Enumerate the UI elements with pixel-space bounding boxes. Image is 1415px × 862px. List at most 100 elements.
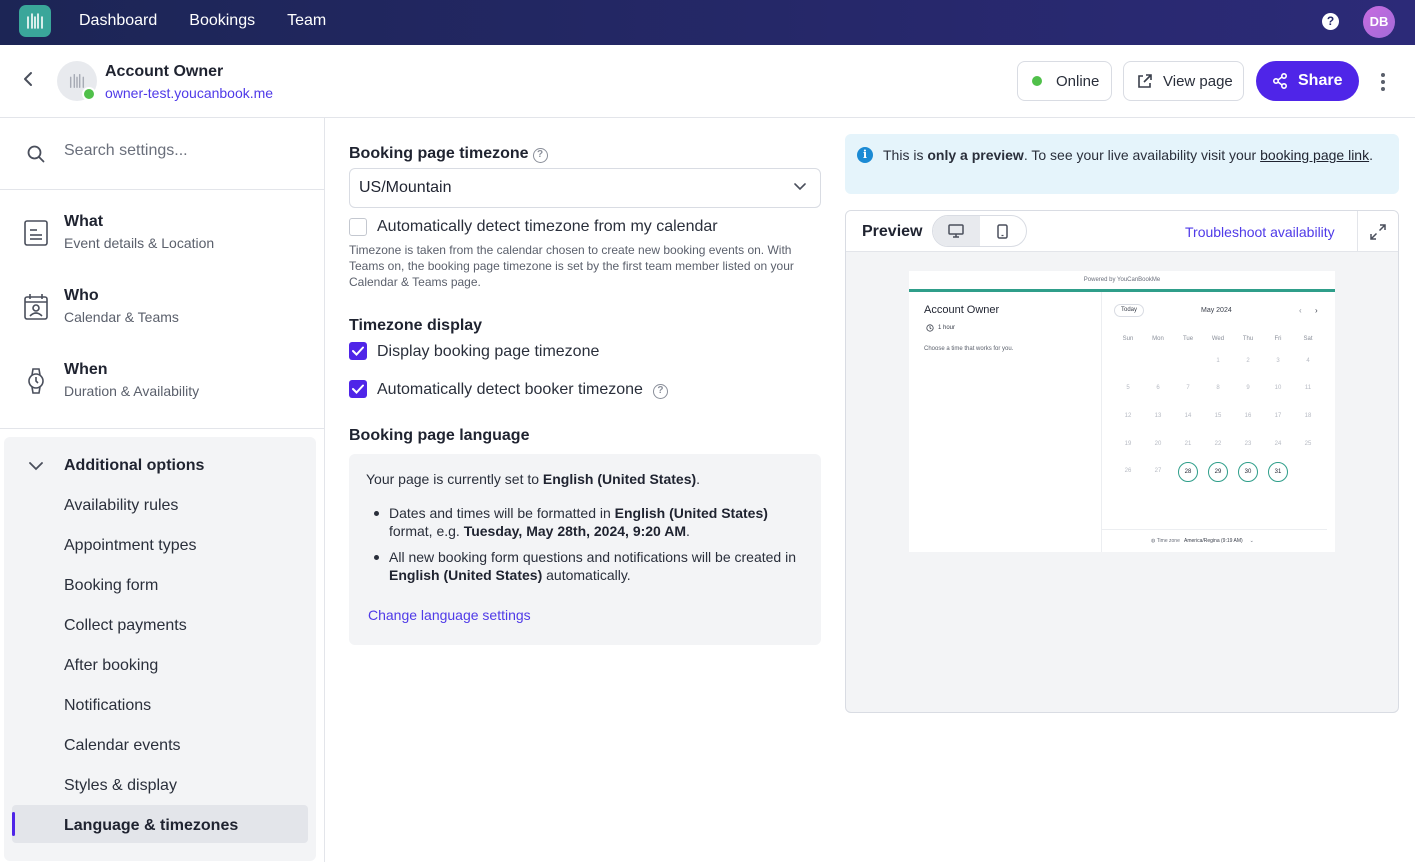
question-mark-icon[interactable]: ? bbox=[532, 148, 548, 163]
help-icon[interactable]: ? bbox=[1322, 13, 1339, 30]
language-intro: Your page is currently set to English (U… bbox=[366, 471, 701, 487]
share-button[interactable]: Share bbox=[1256, 61, 1359, 101]
timezone-select[interactable]: US/Mountain bbox=[349, 168, 821, 208]
sidebar-item-booking-form[interactable]: Booking form bbox=[64, 577, 158, 595]
online-status-button[interactable]: Online bbox=[1017, 61, 1112, 101]
external-link-icon bbox=[1138, 73, 1152, 88]
share-label: Share bbox=[1298, 72, 1343, 89]
prev-month-icon[interactable]: ‹ bbox=[1299, 306, 1302, 315]
sidebar-item-language-timezones[interactable]: Language & timezones bbox=[64, 817, 238, 835]
calendar-day: 27 bbox=[1154, 468, 1162, 474]
calendar-day: 5 bbox=[1126, 385, 1130, 391]
next-month-icon[interactable]: › bbox=[1315, 306, 1318, 315]
monitor-icon bbox=[948, 224, 964, 238]
sidebar-item-appointment-types[interactable]: Appointment types bbox=[64, 537, 197, 555]
calendar-day: 3 bbox=[1276, 358, 1280, 364]
available-day[interactable]: 29 bbox=[1208, 462, 1228, 482]
language-bullet-questions: All new booking form questions and notif… bbox=[374, 548, 799, 584]
top-navigation-bar: Dashboard Bookings Team ? DB bbox=[0, 0, 1415, 45]
preview-duration: 1 hour bbox=[938, 325, 956, 331]
preview-timezone-row[interactable]: ◍ Time zone America/Regina (9:19 AM) ⌄ bbox=[1151, 538, 1254, 544]
sidebar-item-styles-display[interactable]: Styles & display bbox=[64, 777, 177, 795]
section-subtitle-who: Calendar & Teams bbox=[64, 309, 179, 325]
clock-icon bbox=[926, 324, 934, 332]
sidebar-item-after-booking[interactable]: After booking bbox=[64, 657, 158, 675]
account-url-link[interactable]: owner-test.youcanbook.me bbox=[105, 85, 273, 101]
search-settings-input[interactable] bbox=[64, 142, 304, 160]
calendar-day: 20 bbox=[1154, 441, 1162, 447]
language-info-box: Your page is currently set to English (U… bbox=[349, 454, 821, 645]
document-icon bbox=[24, 220, 48, 246]
view-page-button[interactable]: View page bbox=[1123, 61, 1244, 101]
calendar-day: 4 bbox=[1306, 358, 1310, 364]
timezone-label-row: Booking page timezone? bbox=[349, 145, 548, 163]
available-day[interactable]: 30 bbox=[1238, 462, 1258, 482]
auto-detect-calendar-checkbox[interactable] bbox=[349, 218, 367, 236]
user-avatar[interactable]: DB bbox=[1363, 6, 1395, 38]
calendar-day: 25 bbox=[1304, 441, 1312, 447]
troubleshoot-availability-link[interactable]: Troubleshoot availability bbox=[1185, 224, 1335, 240]
online-status-label: Online bbox=[1056, 72, 1100, 90]
sidebar-section-when[interactable]: When Duration & Availability bbox=[0, 347, 325, 421]
account-name: Account Owner bbox=[105, 63, 224, 80]
calendar-day: 12 bbox=[1124, 413, 1132, 419]
preview-title: Preview bbox=[862, 223, 923, 240]
top-nav-links: Dashboard Bookings Team bbox=[79, 12, 326, 30]
today-button[interactable]: Today bbox=[1114, 304, 1144, 317]
sidebar-item-availability-rules[interactable]: Availability rules bbox=[64, 497, 178, 515]
sidebar-item-collect-payments[interactable]: Collect payments bbox=[64, 617, 187, 635]
booking-page-link[interactable]: booking page link bbox=[1260, 147, 1369, 163]
display-timezone-label: Display booking page timezone bbox=[377, 343, 600, 360]
weekday-tue: Tue bbox=[1182, 336, 1194, 342]
additional-options-title: Additional options bbox=[64, 457, 205, 474]
booker-timezone-checkbox[interactable] bbox=[349, 380, 367, 398]
calendar-day: 9 bbox=[1246, 385, 1250, 391]
section-title-who: Who bbox=[64, 287, 99, 304]
available-day[interactable]: 28 bbox=[1178, 462, 1198, 482]
timezone-help-text: Timezone is taken from the calendar chos… bbox=[349, 243, 794, 289]
question-mark-icon[interactable]: ? bbox=[652, 384, 668, 399]
sidebar-item-calendar-events[interactable]: Calendar events bbox=[64, 737, 181, 755]
sidebar-section-who[interactable]: Who Calendar & Teams bbox=[0, 273, 325, 347]
calendar-month: May 2024 bbox=[1201, 307, 1232, 314]
mobile-view-button[interactable] bbox=[980, 216, 1027, 246]
calendar-day: 18 bbox=[1304, 413, 1312, 419]
nav-bookings[interactable]: Bookings bbox=[189, 12, 255, 30]
change-language-link[interactable]: Change language settings bbox=[368, 607, 531, 623]
booking-page-preview: Powered by YouCanBookMe Account Owner 1 … bbox=[909, 271, 1335, 552]
calendar-day: 23 bbox=[1244, 441, 1252, 447]
chevron-down-icon: ⌄ bbox=[1249, 538, 1254, 544]
sidebar-divider bbox=[0, 428, 325, 429]
calendar-day: 21 bbox=[1184, 441, 1192, 447]
powered-by-label: Powered by YouCanBookMe bbox=[1083, 277, 1161, 283]
booker-timezone-label: Automatically detect booker timezone bbox=[377, 381, 643, 398]
more-options-icon[interactable] bbox=[1381, 73, 1385, 91]
settings-search bbox=[0, 118, 325, 190]
settings-sidebar: What Event details & Location Who Calend… bbox=[0, 118, 325, 862]
desktop-view-button[interactable] bbox=[933, 216, 980, 246]
additional-options-toggle[interactable]: Additional options bbox=[29, 457, 204, 475]
app-logo-icon[interactable] bbox=[19, 5, 51, 37]
calendar-day: 6 bbox=[1156, 385, 1160, 391]
sidebar-section-what[interactable]: What Event details & Location bbox=[0, 199, 325, 273]
section-subtitle-when: Duration & Availability bbox=[64, 383, 200, 399]
expand-preview-button[interactable] bbox=[1357, 211, 1398, 252]
timezone-value-mini: America/Regina (9:19 AM) bbox=[1184, 538, 1243, 544]
nav-dashboard[interactable]: Dashboard bbox=[79, 12, 157, 30]
preview-account-name: Account Owner bbox=[924, 304, 1000, 316]
watch-icon bbox=[28, 368, 44, 394]
timezone-value: US/Mountain bbox=[359, 179, 452, 196]
weekday-mon: Mon bbox=[1152, 336, 1164, 342]
nav-team[interactable]: Team bbox=[287, 12, 326, 30]
sidebar-item-notifications[interactable]: Notifications bbox=[64, 697, 151, 715]
booker-timezone-row: Automatically detect booker timezone? bbox=[377, 381, 668, 399]
weekday-wed: Wed bbox=[1211, 336, 1225, 342]
calendar-day: 26 bbox=[1124, 468, 1132, 474]
page-header: Account Owner owner-test.youcanbook.me O… bbox=[0, 45, 1415, 118]
back-arrow-icon[interactable] bbox=[22, 71, 34, 92]
language-title: Booking page language bbox=[349, 427, 530, 444]
display-timezone-checkbox[interactable] bbox=[349, 342, 367, 360]
calendar-day: 15 bbox=[1214, 413, 1222, 419]
available-day[interactable]: 31 bbox=[1268, 462, 1288, 482]
calendar-day: 13 bbox=[1154, 413, 1162, 419]
